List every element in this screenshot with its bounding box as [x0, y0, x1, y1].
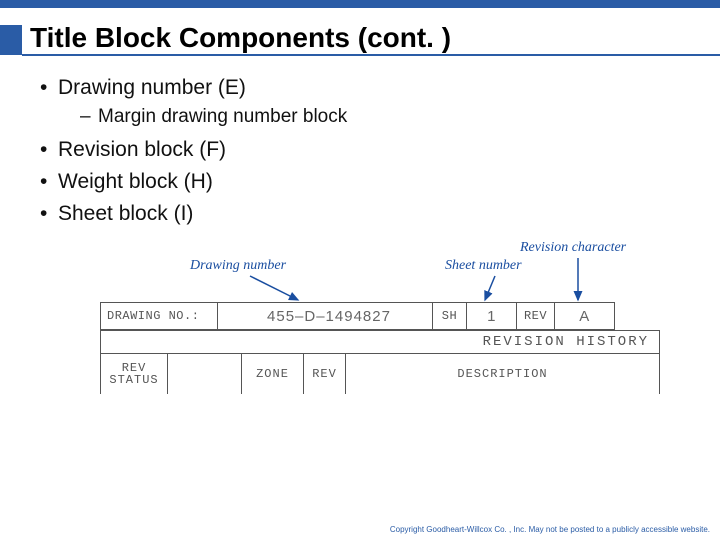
bullet-text: Weight block (H) — [58, 170, 213, 193]
col-description: DESCRIPTION — [346, 354, 660, 394]
slide: Title Block Components (cont. ) Drawing … — [0, 0, 720, 540]
bullet-text: Sheet block (I) — [58, 202, 193, 225]
drawing-no-value: 455–D–1494827 — [218, 302, 433, 330]
callout-arrows — [100, 244, 660, 304]
rev-label: REV — [517, 302, 555, 330]
bullet-sheet-block: Sheet block (I) — [40, 202, 680, 226]
rev-value: A — [555, 302, 615, 330]
col-status-blank — [168, 354, 242, 394]
col-rev2: REV — [304, 354, 346, 394]
sub-bullet-text: Margin drawing number block — [98, 106, 347, 127]
sh-label: SH — [433, 302, 467, 330]
footer-copyright: Copyright Goodheart-Willcox Co. , Inc. M… — [390, 525, 710, 534]
bullet-revision-block: Revision block (F) — [40, 138, 680, 162]
col-rev-status: REV STATUS — [100, 354, 168, 394]
top-bar — [0, 0, 720, 8]
slide-title: Title Block Components (cont. ) — [22, 22, 451, 55]
title-block: Title Block Components (cont. ) — [0, 22, 720, 55]
drawing-no-label: DRAWING NO.: — [100, 302, 218, 330]
revision-history-block: REVISION HISTORY REV STATUS ZONE REV DES… — [100, 330, 660, 394]
col-zone: ZONE — [242, 354, 304, 394]
sh-value: 1 — [467, 302, 517, 330]
bullet-text: Drawing number (E) — [58, 76, 246, 99]
title-block-row: DRAWING NO.: 455–D–1494827 SH 1 REV A — [100, 302, 650, 330]
bullet-drawing-number: Drawing number (E) Margin drawing number… — [40, 76, 680, 128]
bullet-weight-block: Weight block (H) — [40, 170, 680, 194]
bullet-list: Drawing number (E) Margin drawing number… — [40, 76, 680, 226]
callouts: Drawing number Sheet number Revision cha… — [100, 244, 650, 284]
col-rev-line2: STATUS — [109, 374, 158, 386]
title-accent — [0, 25, 22, 55]
sub-bullet-margin: Margin drawing number block — [80, 106, 680, 128]
figure: Drawing number Sheet number Revision cha… — [100, 244, 650, 414]
revision-history-header: REVISION HISTORY — [100, 330, 660, 354]
bullet-text: Revision block (F) — [58, 138, 226, 161]
body: Drawing number (E) Margin drawing number… — [0, 56, 720, 414]
